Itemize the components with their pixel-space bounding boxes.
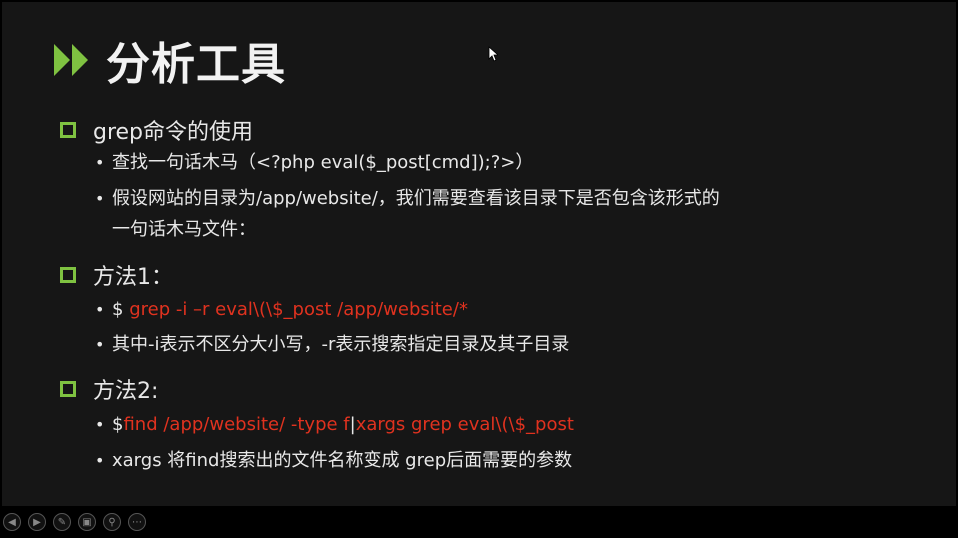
dot-bullet-icon: • (95, 189, 105, 208)
bullet-text: 一句话木马文件： (112, 219, 256, 240)
more-icon[interactable]: ⋯ (128, 513, 146, 531)
section-heading-text: 方法1： (93, 265, 173, 290)
command-text-xargs: xargs grep eval\(\$_post (355, 414, 574, 435)
section-heading-grep: grep命令的使用 (60, 114, 253, 146)
zoom-icon[interactable]: ⚲ (103, 513, 121, 531)
section-heading-text: 方法2: (93, 379, 159, 404)
section-heading-method1: 方法1： (60, 259, 173, 291)
bullet-item: • 查找一句话木马（<?php eval($_post[cmd]);?>） (95, 149, 533, 177)
slides-icon[interactable]: ▣ (78, 513, 96, 531)
bullet-text: 其中-i表示不区分大小写，-r表示搜索指定目录及其子目录 (112, 334, 570, 355)
bullet-text: 查找一句话木马（<?php eval($_post[cmd]);?>） (112, 152, 534, 173)
dot-bullet-icon: • (95, 335, 105, 354)
bullet-text: 假设网站的目录为/app/website/，我们需要查看该目录下是否包含该形式的 (112, 188, 720, 209)
next-icon[interactable]: ▶ (28, 513, 46, 531)
command-line-2: • $find /app/website/ -type f|xargs grep… (95, 411, 574, 439)
square-bullet-icon (60, 381, 76, 397)
bullet-item: • 假设网站的目录为/app/website/，我们需要查看该目录下是否包含该形… (95, 185, 720, 213)
prompt-symbol: $ (112, 414, 124, 435)
dot-bullet-icon: • (95, 300, 105, 319)
bullet-item: • xargs 将find搜索出的文件名称变成 grep后面需要的参数 (95, 447, 572, 475)
command-text: grep -i –r eval\(\$_post /app/website/* (129, 299, 468, 320)
prompt-symbol: $ (112, 299, 130, 320)
dot-bullet-icon: • (95, 451, 105, 470)
slideshow-controls: ◀ ▶ ✎ ▣ ⚲ ⋯ (3, 513, 146, 531)
square-bullet-icon (60, 267, 76, 283)
section-heading-method2: 方法2: (60, 373, 158, 405)
section-heading-text: grep命令的使用 (93, 120, 254, 145)
title-row: 分析工具 (54, 30, 286, 90)
double-arrow-icon (54, 44, 88, 76)
bullet-continuation: 一句话木马文件： (112, 216, 256, 244)
command-line-1: • $ grep -i –r eval\(\$_post /app/websit… (95, 296, 468, 324)
dot-bullet-icon: • (95, 153, 105, 172)
pen-icon[interactable]: ✎ (53, 513, 71, 531)
bullet-item: • 其中-i表示不区分大小写，-r表示搜索指定目录及其子目录 (95, 331, 569, 359)
mouse-cursor-icon (488, 46, 498, 62)
bullet-text: xargs 将find搜索出的文件名称变成 grep后面需要的参数 (112, 450, 573, 471)
prev-icon[interactable]: ◀ (3, 513, 21, 531)
dot-bullet-icon: • (95, 415, 105, 434)
square-bullet-icon (60, 122, 76, 138)
command-text-find: find /app/website/ -type f (123, 414, 350, 435)
slide: 分析工具 grep命令的使用 • 查找一句话木马（<?php eval($_po… (2, 2, 956, 506)
slide-title: 分析工具 (106, 39, 286, 90)
